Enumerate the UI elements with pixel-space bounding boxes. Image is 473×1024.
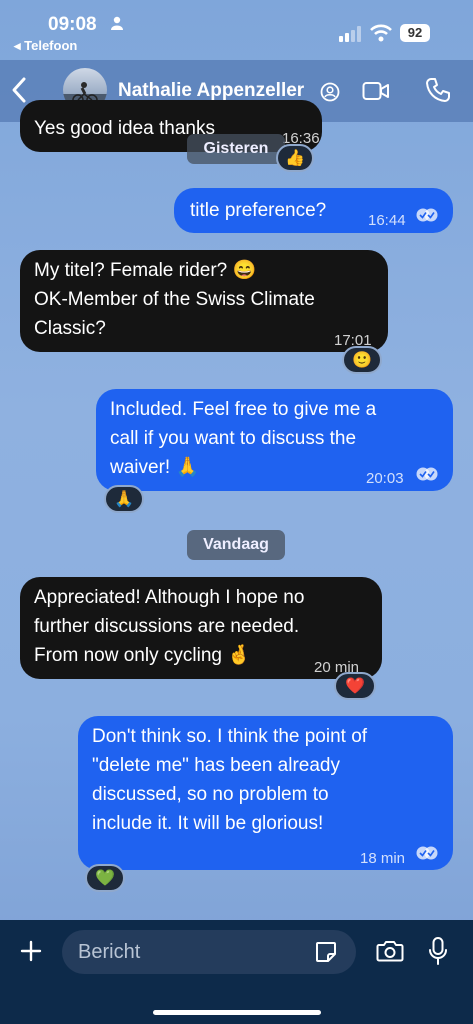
message-reaction[interactable]: 👍 [276, 144, 314, 172]
message-text: Included. Feel free to give me a call if… [110, 395, 376, 482]
message-bubble-outgoing[interactable]: title preference? 16:44 [174, 188, 453, 233]
message-text: title preference? [190, 200, 327, 221]
message-input-bar: Bericht [0, 920, 473, 1024]
message-reaction[interactable]: 💚 [85, 864, 125, 892]
message-line: Don't think so. I think the point of [92, 726, 368, 747]
message-line: call if you want to discuss the [110, 428, 357, 449]
back-to-app-link[interactable]: ◂ Telefoon [14, 38, 77, 54]
message-line: waiver! 🙏 [110, 457, 200, 478]
read-receipt-icon [416, 846, 438, 860]
read-receipt-icon [416, 208, 438, 222]
message-reaction[interactable]: 🙏 [104, 485, 144, 513]
sticker-icon[interactable] [314, 940, 338, 964]
message-bubble-incoming[interactable]: My titel? Female rider? 😄 OK-Member of t… [20, 250, 388, 352]
signal-icon [339, 26, 361, 42]
message-text: My titel? Female rider? 😄 OK-Member of t… [34, 256, 315, 343]
status-time: 09:08 [48, 14, 97, 35]
message-bubble-outgoing[interactable]: Included. Feel free to give me a call if… [96, 389, 453, 491]
message-line: Appreciated! Although I hope no [34, 587, 305, 608]
read-receipt-icon [416, 467, 438, 481]
message-line: Classic? [34, 318, 106, 339]
message-reaction[interactable]: 🙂 [342, 346, 382, 374]
message-text: Appreciated! Although I hope no further … [34, 583, 304, 670]
date-separator: Vandaag [187, 530, 285, 560]
microphone-icon[interactable] [428, 936, 448, 966]
status-bar: 09:08 ◂ Telefoon 92 [0, 0, 473, 60]
message-time: 16:44 [368, 212, 406, 229]
message-line: discussed, so no problem to [92, 784, 329, 805]
message-reaction[interactable]: ❤️ [334, 672, 376, 700]
message-line: further discussions are needed. [34, 616, 300, 637]
message-bubble-incoming[interactable]: Appreciated! Although I hope no further … [20, 577, 382, 679]
message-time: 18 min [360, 850, 406, 867]
message-time: 20:03 [366, 470, 404, 487]
message-bubble-outgoing[interactable]: Don't think so. I think the point of "de… [78, 716, 453, 870]
plus-icon[interactable] [20, 940, 42, 962]
message-input[interactable]: Bericht [62, 930, 356, 974]
message-text: Don't think so. I think the point of "de… [92, 722, 367, 838]
home-indicator [153, 1010, 321, 1015]
wifi-icon [370, 24, 392, 42]
person-icon [111, 16, 123, 30]
message-line: From now only cycling 🤞 [34, 645, 251, 666]
message-line: My titel? Female rider? 😄 [34, 260, 257, 281]
date-separator: Gisteren [187, 134, 285, 164]
battery-indicator: 92 [400, 24, 430, 42]
message-line: include it. It will be glorious! [92, 813, 324, 834]
message-line: OK-Member of the Swiss Climate [34, 289, 315, 310]
message-input-placeholder: Bericht [78, 941, 141, 963]
message-line: Included. Feel free to give me a [110, 399, 377, 420]
message-line: "delete me" has been already [92, 755, 340, 776]
camera-icon[interactable] [376, 939, 404, 963]
